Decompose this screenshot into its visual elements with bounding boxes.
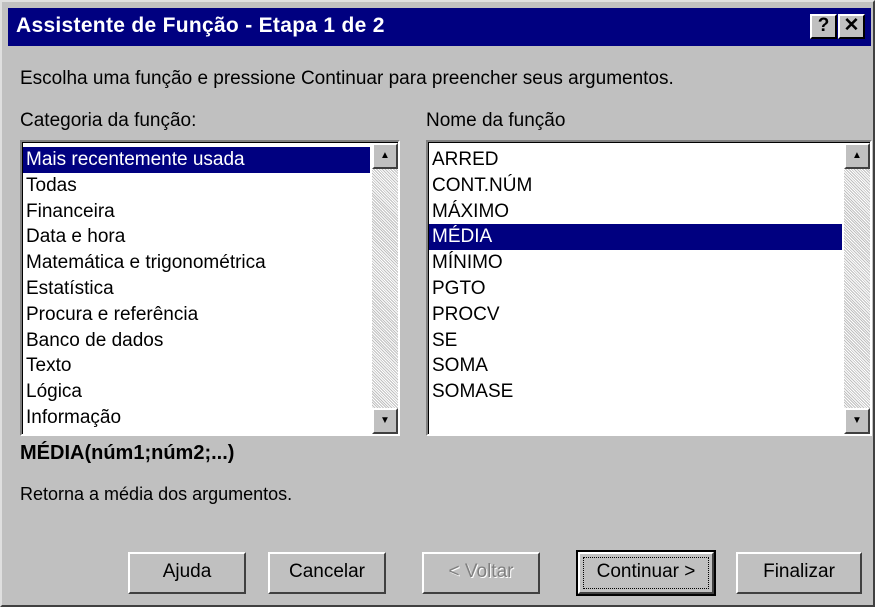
arrow-down-icon: ▼ xyxy=(380,415,390,426)
category-list-item[interactable]: Procura e referência xyxy=(23,302,370,328)
finish-button[interactable]: Finalizar xyxy=(736,552,862,594)
scroll-down-button[interactable]: ▼ xyxy=(372,408,398,434)
category-list-item[interactable]: Matemática e trigonométrica xyxy=(23,250,370,276)
function-wizard-dialog: Assistente de Função - Etapa 1 de 2 ? ✕ … xyxy=(0,0,875,607)
category-list-item[interactable]: Estatística xyxy=(23,276,370,302)
scroll-down-button[interactable]: ▼ xyxy=(844,408,870,434)
arrow-down-icon: ▼ xyxy=(852,415,862,426)
category-list-item[interactable]: Texto xyxy=(23,353,370,379)
function-name-label: Nome da função xyxy=(426,110,566,131)
category-list-item[interactable]: Lógica xyxy=(23,379,370,405)
title-bar[interactable]: Assistente de Função - Etapa 1 de 2 ? ✕ xyxy=(8,8,871,46)
arrow-up-icon: ▲ xyxy=(852,150,862,161)
function-list-item[interactable]: MÁXIMO xyxy=(429,199,842,225)
close-icon: ✕ xyxy=(843,15,860,36)
scroll-up-button[interactable]: ▲ xyxy=(372,143,398,169)
instruction-text: Escolha uma função e pressione Continuar… xyxy=(20,68,674,89)
focus-rectangle xyxy=(583,557,709,589)
function-list-item[interactable]: MÉDIA xyxy=(429,224,842,251)
function-list-item[interactable]: PGTO xyxy=(429,276,842,302)
question-icon: ? xyxy=(817,15,830,36)
arrow-up-icon: ▲ xyxy=(380,150,390,161)
function-list-item[interactable]: SOMASE xyxy=(429,379,842,405)
category-listbox[interactable]: Mais recentemente usada Todas Financeira Da… xyxy=(20,140,400,436)
function-list-item[interactable]: SE xyxy=(429,328,842,354)
category-list-item[interactable]: Mais recentemente usada xyxy=(23,147,370,173)
help-button[interactable]: Ajuda xyxy=(128,552,246,594)
function-scrollbar[interactable]: ▲ ▼ xyxy=(844,143,870,434)
category-label: Categoria da função: xyxy=(20,110,197,131)
category-scrollbar[interactable]: ▲ ▼ xyxy=(372,143,398,434)
continue-button[interactable]: Continuar > xyxy=(576,550,716,596)
function-list-item[interactable]: MÍNIMO xyxy=(429,250,842,276)
category-list-item[interactable]: Banco de dados xyxy=(23,328,370,354)
function-list-item[interactable]: CONT.NÚM xyxy=(429,173,842,199)
function-name-listbox[interactable]: ARRED CONT.NÚM MÁXIMO MÉDIA MÍNIMO PGTO PROCV S… xyxy=(426,140,872,436)
help-title-button[interactable]: ? xyxy=(810,14,837,39)
function-list-item[interactable]: ARRED xyxy=(429,147,842,173)
category-list-item[interactable]: Todas xyxy=(23,173,370,199)
function-syntax: MÉDIA(núm1;núm2;...) xyxy=(20,442,235,464)
scroll-up-button[interactable]: ▲ xyxy=(844,143,870,169)
close-button[interactable]: ✕ xyxy=(838,14,865,39)
cancel-button[interactable]: Cancelar xyxy=(268,552,386,594)
category-list-item[interactable]: Data e hora xyxy=(23,224,370,250)
back-button[interactable]: < Voltar xyxy=(422,552,540,594)
category-list-item[interactable]: Financeira xyxy=(23,199,370,225)
function-list-item[interactable]: SOMA xyxy=(429,353,842,379)
function-description: Retorna a média dos argumentos. xyxy=(20,484,293,504)
function-list-item[interactable]: PROCV xyxy=(429,302,842,328)
category-list-item[interactable]: Informação xyxy=(23,405,370,431)
window-title: Assistente de Função - Etapa 1 de 2 xyxy=(16,14,385,37)
